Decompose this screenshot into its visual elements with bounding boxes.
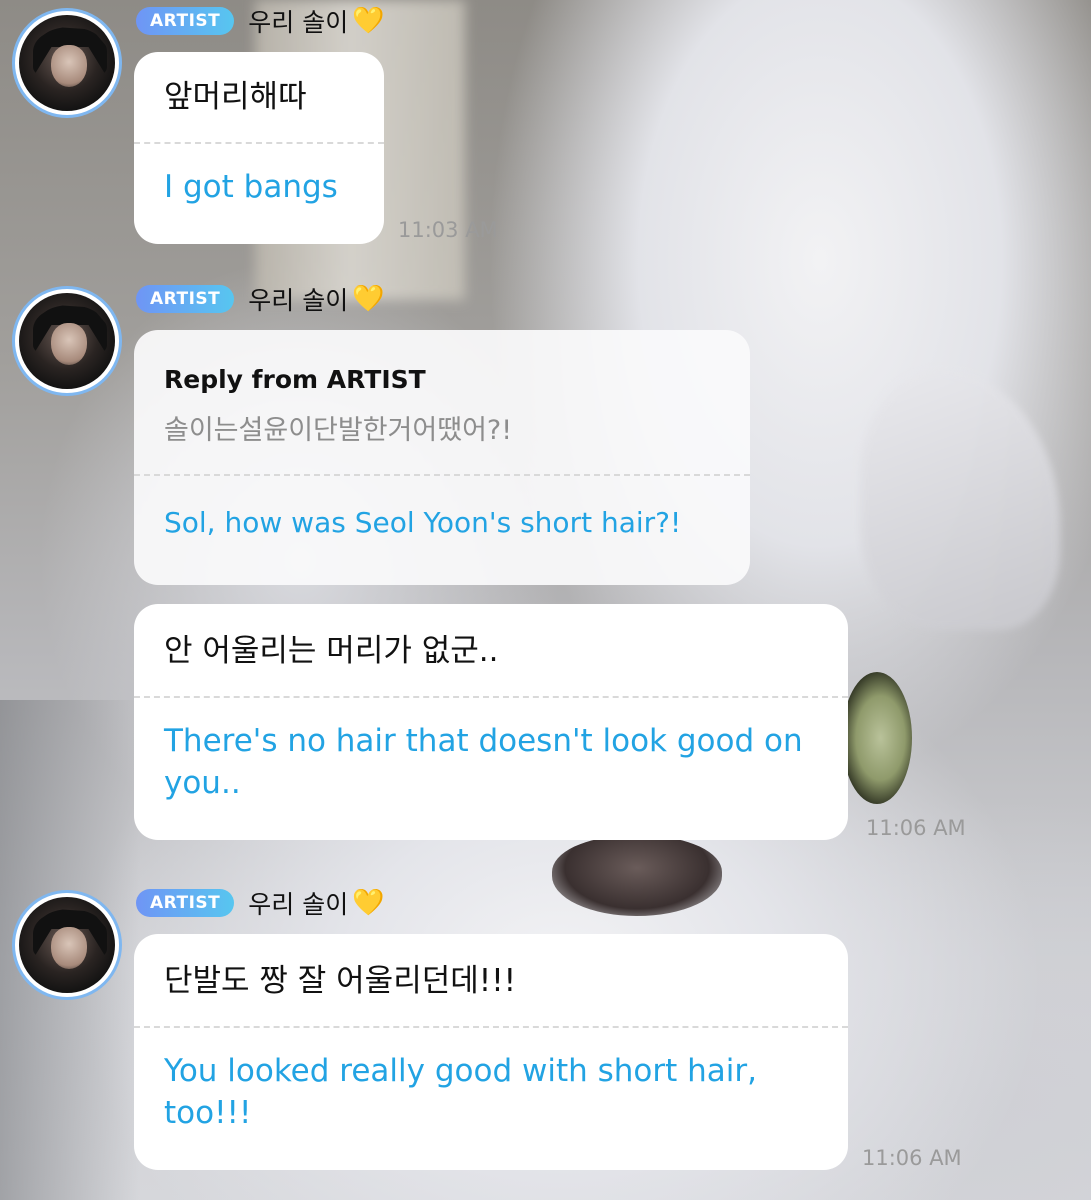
message-korean-text: 단발도 짱 잘 어울리던데!!! [164, 963, 517, 999]
message-timestamp: 11:03 AM [398, 218, 498, 242]
artist-avatar[interactable] [12, 286, 122, 396]
translation-divider [134, 474, 750, 476]
sender-name: 우리 솔이 [248, 8, 349, 37]
translation-divider [134, 696, 848, 698]
artist-avatar[interactable] [12, 890, 122, 1000]
translation-divider [134, 1026, 848, 1028]
avatar-photo [19, 293, 115, 389]
artist-avatar[interactable] [12, 8, 122, 118]
avatar-photo [19, 897, 115, 993]
message-timestamp: 11:06 AM [866, 816, 966, 840]
message-translation-text: I got bangs [164, 169, 338, 205]
artist-badge: ARTIST [136, 889, 235, 917]
reply-label: Reply from ARTIST [164, 365, 426, 394]
yellow-heart-icon: 💛 [352, 6, 385, 36]
message-korean-text: 앞머리해따 [164, 79, 307, 115]
avatar-face [51, 927, 87, 969]
message-header: ARTIST 우리 솔이 💛 [136, 4, 385, 38]
message-bubble[interactable]: 단발도 짱 잘 어울리던데!!! You looked really good … [134, 934, 848, 1170]
artist-badge: ARTIST [136, 7, 235, 35]
message-korean-text: 안 어울리는 머리가 없군.. [164, 633, 499, 669]
sender-name: 우리 솔이 [248, 286, 349, 315]
message-timestamp: 11:06 AM [862, 1146, 962, 1170]
avatar-photo [19, 15, 115, 111]
message-header: ARTIST 우리 솔이 💛 [136, 282, 385, 316]
sender-name: 우리 솔이 [248, 890, 349, 919]
avatar-face [51, 323, 87, 365]
avatar-face [51, 45, 87, 87]
message-bubble[interactable]: 앞머리해따 I got bangs [134, 52, 384, 244]
message-bubble[interactable]: 안 어울리는 머리가 없군.. There's no hair that doe… [134, 604, 848, 840]
translation-divider [134, 142, 384, 144]
message-translation-text: You looked really good with short hair, … [164, 1053, 757, 1131]
yellow-heart-icon: 💛 [352, 284, 385, 314]
chat-thread[interactable]: ARTIST 우리 솔이 💛 앞머리해따 I got bangs 11:03 A… [0, 0, 1091, 1200]
reply-korean-text: 솔이는설윤이단발한거어땠어?! [164, 415, 513, 446]
reply-translation-text: Sol, how was Seol Yoon's short hair?! [164, 506, 682, 539]
reply-quote-bubble[interactable]: Reply from ARTIST 솔이는설윤이단발한거어땠어?! Sol, h… [134, 330, 750, 585]
message-translation-text: There's no hair that doesn't look good o… [164, 723, 803, 801]
artist-badge: ARTIST [136, 285, 235, 313]
message-header: ARTIST 우리 솔이 💛 [136, 886, 385, 920]
yellow-heart-icon: 💛 [352, 888, 385, 918]
